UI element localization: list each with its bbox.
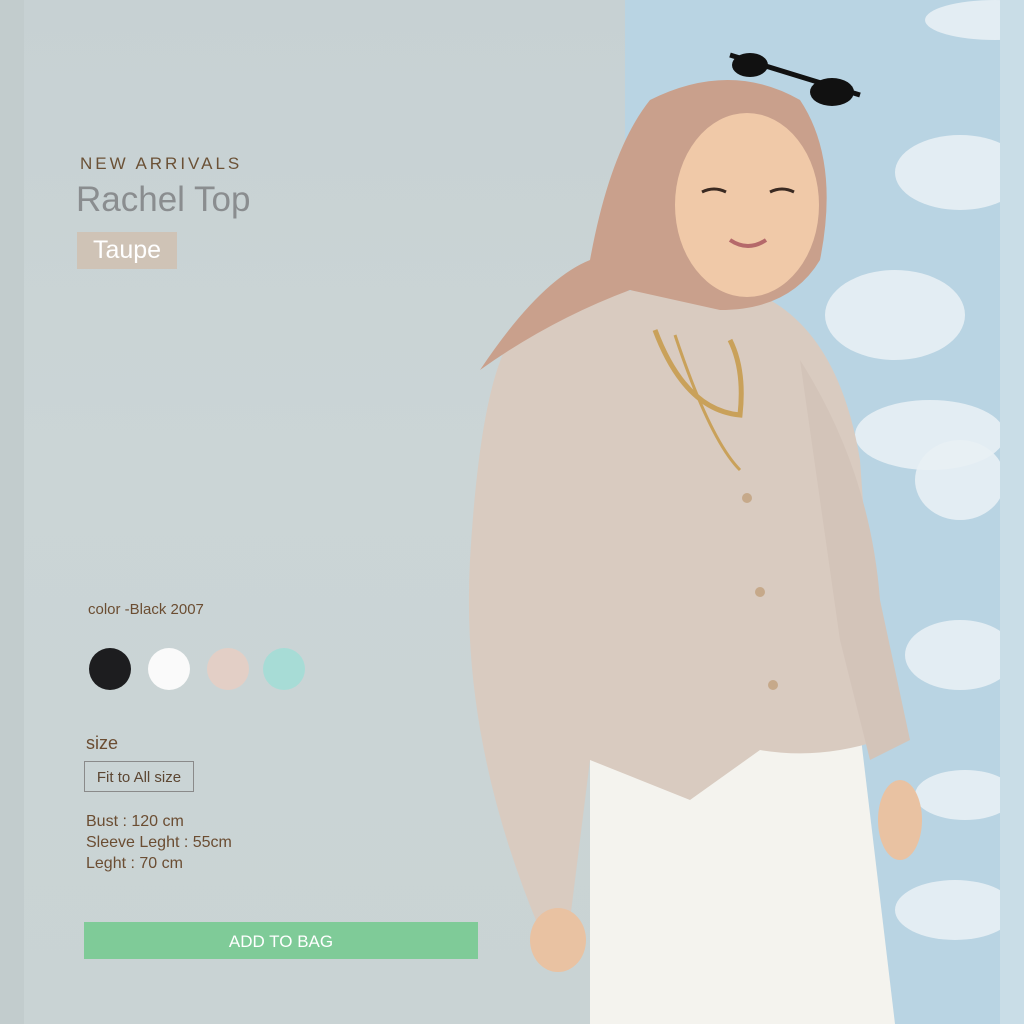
color-swatch-black[interactable] (89, 648, 131, 690)
measurement-sleeve: Sleeve Leght : 55cm (86, 834, 232, 851)
curtain-fold (1000, 0, 1024, 1024)
new-arrivals-label: NEW ARRIVALS (80, 154, 243, 173)
color-swatch-taupe[interactable] (207, 648, 249, 690)
model-photo (468, 52, 922, 1024)
size-label: size (86, 733, 119, 753)
color-label: color -Black 2007 (88, 601, 204, 618)
color-swatch-white[interactable] (148, 648, 190, 690)
size-option-button[interactable]: Fit to All size (84, 761, 194, 792)
color-swatch-mint[interactable] (263, 648, 305, 690)
backdrop-edge (0, 0, 24, 1024)
color-name-tag: Taupe (77, 232, 177, 269)
measurement-bust: Bust : 120 cm (86, 813, 184, 830)
add-to-bag-button[interactable]: ADD TO BAG (84, 922, 478, 959)
measurement-length: Leght : 70 cm (86, 855, 183, 872)
product-title: Rachel Top (76, 180, 251, 219)
